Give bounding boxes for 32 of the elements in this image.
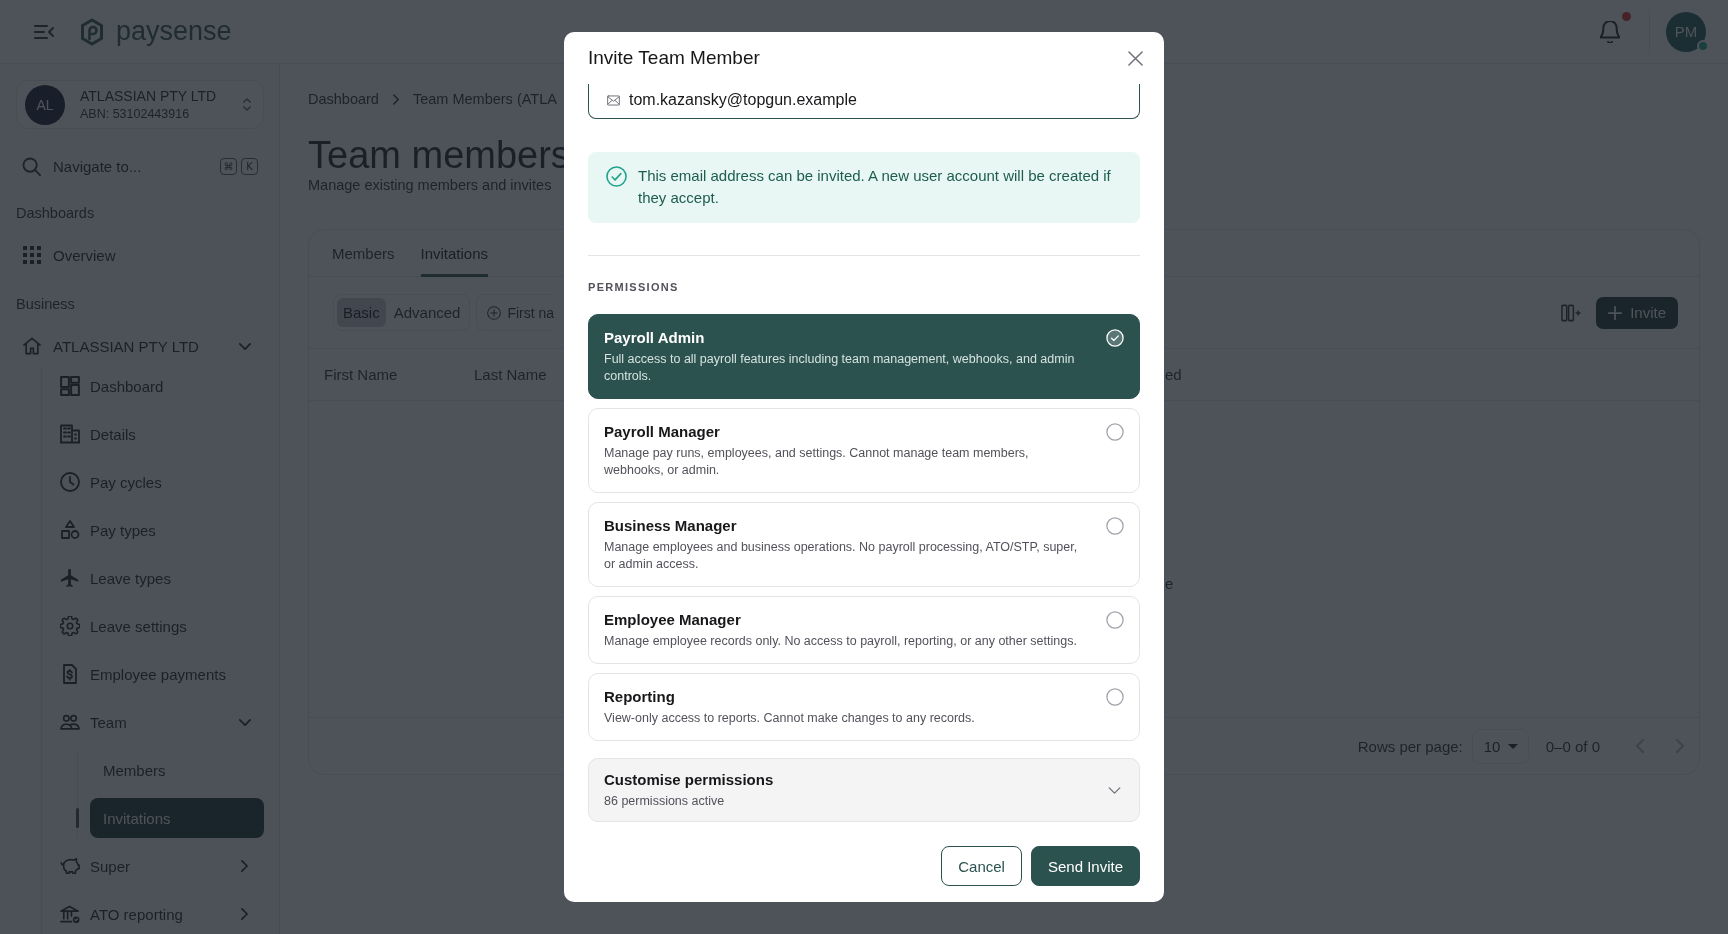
customise-permissions[interactable]: Customise permissions 86 permissions active — [588, 758, 1140, 822]
email-field[interactable]: tom.kazansky@topgun.example — [588, 84, 1140, 119]
role-option[interactable]: Employee Manager Manage employee records only. No access to payroll, reporting, or any other settings. — [588, 596, 1140, 664]
alert-message: This email address can be invited. A new user account will be created if they accept. — [638, 166, 1112, 208]
check-circle-icon — [606, 166, 627, 187]
close-icon[interactable] — [1128, 50, 1143, 66]
role-title: Reporting — [604, 687, 675, 706]
role-option[interactable]: Payroll Admin Full access to all payroll features including team management, webhooks, and admin controls. — [588, 314, 1140, 399]
role-title: Business Manager — [604, 516, 737, 535]
radio-checked-icon — [1106, 328, 1124, 347]
role-title: Employee Manager — [604, 610, 741, 629]
cancel-button[interactable]: Cancel — [941, 846, 1022, 886]
role-title: Payroll Admin — [604, 328, 705, 347]
send-invite-button[interactable]: Send Invite — [1030, 846, 1140, 886]
section-label: PERMISSIONS — [588, 281, 679, 294]
permissions-count: 86 permissions active — [604, 793, 725, 810]
role-option[interactable]: Reporting View-only access to reports. Cannot make changes to any records. — [588, 673, 1140, 741]
mail-icon — [607, 94, 620, 106]
role-option[interactable]: Business Manager Manage employees and business operations. No payroll processing, ATO/STP, super, or admin access. — [588, 502, 1140, 587]
dialog-title: Invite Team Member — [588, 47, 760, 69]
radio-icon — [1106, 516, 1124, 535]
role-option[interactable]: Payroll Manager Manage pay runs, employees, and settings. Cannot manage team members, webhooks, or admin. — [588, 408, 1140, 493]
role-description: View-only access to reports. Cannot make changes to any records. — [604, 710, 975, 727]
role-description: Manage pay runs, employees, and settings. Cannot manage team members, webhooks, or admin. — [604, 445, 1030, 479]
customise-title: Customise permissions — [604, 770, 774, 789]
role-title: Payroll Manager — [604, 422, 720, 441]
radio-icon — [1106, 610, 1124, 629]
role-description: Manage employees and business operations. No payroll processing, ATO/STP, super, or admin access. — [604, 539, 1079, 573]
role-description: Manage employee records only. No access to payroll, reporting, or any other settings. — [604, 633, 1077, 650]
radio-icon — [1106, 422, 1124, 441]
role-description: Full access to all payroll features including team management, webhooks, and admin controls. — [604, 351, 1076, 385]
radio-icon — [1106, 687, 1124, 706]
